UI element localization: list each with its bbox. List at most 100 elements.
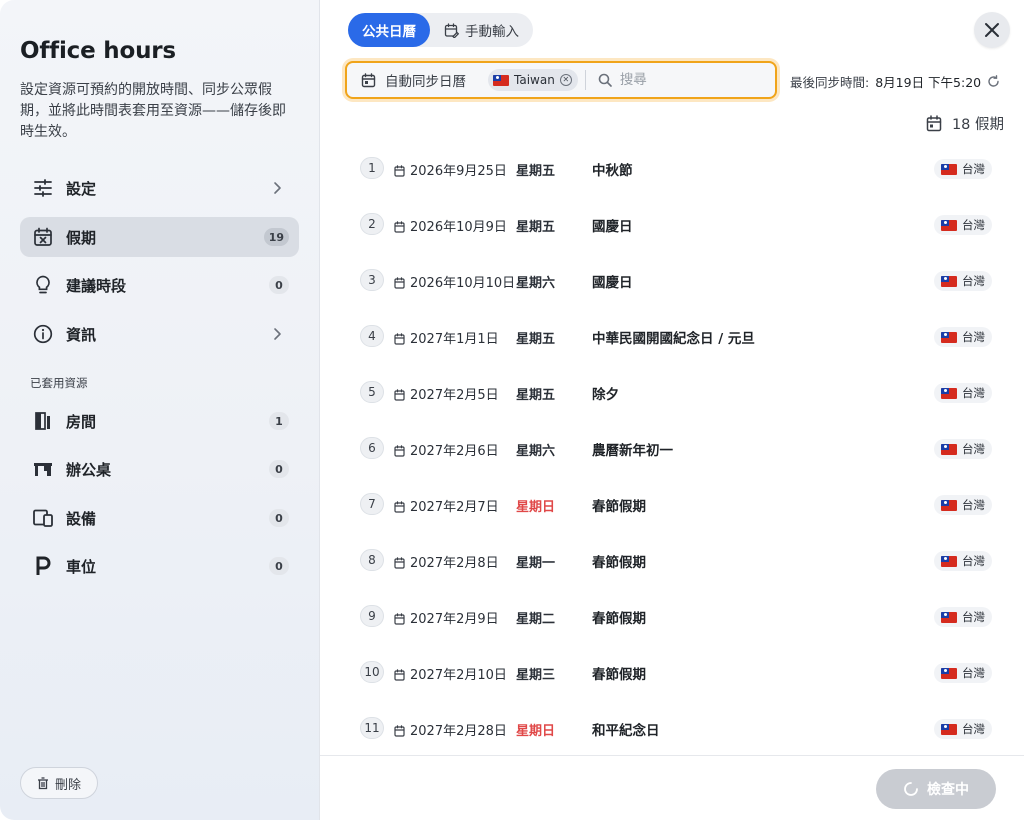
sidebar-item-parking[interactable]: 車位 0 — [20, 546, 299, 586]
holiday-date: 2027年2月28日 — [410, 724, 507, 739]
holiday-count-label: 18 假期 — [951, 117, 1004, 133]
table-row[interactable]: 6 2027年2月6日 星期六 農曆新年初一 台灣 — [360, 420, 994, 476]
sidebar-item-settings[interactable]: 設定 — [20, 168, 299, 208]
sidebar-item-equipment[interactable]: 設備 0 — [20, 498, 299, 538]
row-number: 5 — [360, 381, 384, 403]
sidebar-item-info[interactable]: 資訊 — [20, 314, 299, 354]
calendar-icon — [361, 72, 376, 87]
region-label: 台灣 — [962, 274, 985, 288]
parking-icon — [32, 555, 54, 577]
delete-label: 刪除 — [54, 777, 81, 793]
holiday-list: 1 2026年9月25日 星期五 中秋節 台灣 2 2026年10月9日 星期五 國慶日 台灣 3 2… — [360, 140, 994, 756]
region-badge: 台灣 — [934, 607, 992, 627]
region-badge: 台灣 — [934, 439, 992, 459]
taiwan-flag-icon — [941, 331, 957, 343]
sidebar-item-label: 建議時段 — [66, 277, 127, 295]
table-row[interactable]: 8 2027年2月8日 星期一 春節假期 台灣 — [360, 532, 994, 588]
holiday-name: 除夕 — [592, 387, 619, 403]
last-sync-label: 最後同步時間: — [790, 75, 870, 90]
delete-button[interactable]: 刪除 — [20, 767, 98, 799]
holiday-date: 2027年2月8日 — [410, 556, 499, 571]
region-badge: 台灣 — [934, 495, 992, 515]
checking-button[interactable]: 檢查中 — [876, 769, 996, 809]
table-row[interactable]: 11 2027年2月28日 星期日 和平紀念日 台灣 — [360, 700, 994, 756]
row-number: 4 — [360, 325, 384, 347]
calendar-icon — [394, 498, 405, 517]
country-chip-label: Taiwan — [514, 73, 555, 87]
holiday-name: 和平紀念日 — [592, 723, 660, 739]
holiday-weekday: 星期六 — [516, 444, 556, 459]
region-badge: 台灣 — [934, 327, 992, 347]
count-badge: 0 — [269, 460, 289, 478]
calendar-icon — [394, 162, 405, 181]
taiwan-flag-icon — [941, 555, 957, 567]
tab-public-calendar[interactable]: 公共日曆 — [348, 13, 430, 47]
auto-sync-toggle[interactable]: 自動同步日曆 — [347, 70, 466, 90]
sidebar-title: Office hours — [20, 38, 176, 64]
row-number: 1 — [360, 157, 384, 179]
calendar-icon — [394, 442, 405, 461]
sidebar-item-label: 設定 — [66, 180, 97, 198]
taiwan-flag-icon — [941, 611, 957, 623]
holiday-weekday: 星期五 — [516, 332, 556, 347]
holiday-date: 2026年9月25日 — [410, 164, 507, 179]
region-label: 台灣 — [962, 554, 985, 568]
calendar-icon — [926, 115, 942, 132]
table-row[interactable]: 10 2027年2月10日 星期三 春節假期 台灣 — [360, 644, 994, 700]
calendar-icon — [394, 666, 405, 685]
search-wrap — [598, 72, 760, 88]
sidebar-item-holidays[interactable]: 假期 19 — [20, 217, 299, 257]
region-label: 台灣 — [962, 610, 985, 624]
footer: 檢查中 — [320, 755, 1024, 820]
holiday-date: 2027年1月1日 — [410, 332, 499, 347]
region-label: 台灣 — [962, 330, 985, 344]
region-label: 台灣 — [962, 442, 985, 456]
row-number: 6 — [360, 437, 384, 459]
table-row[interactable]: 7 2027年2月7日 星期日 春節假期 台灣 — [360, 476, 994, 532]
region-badge: 台灣 — [934, 159, 992, 179]
source-tabs: 公共日曆 手動輸入 — [348, 13, 533, 47]
taiwan-flag-icon — [941, 219, 957, 231]
lightbulb-icon — [32, 274, 54, 296]
table-row[interactable]: 9 2027年2月9日 星期二 春節假期 台灣 — [360, 588, 994, 644]
tab-label: 公共日曆 — [362, 24, 416, 40]
tab-manual-input[interactable]: 手動輸入 — [430, 13, 533, 47]
count-badge: 1 — [269, 412, 289, 430]
holiday-date: 2027年2月9日 — [410, 612, 499, 627]
sidebar-item-rooms[interactable]: 房間 1 — [20, 401, 299, 441]
sidebar-item-label: 辦公桌 — [66, 461, 112, 479]
refresh-icon[interactable] — [987, 75, 1000, 88]
holiday-name: 春節假期 — [592, 667, 646, 683]
holiday-date: 2026年10月10日 — [410, 276, 516, 291]
region-badge: 台灣 — [934, 271, 992, 291]
region-badge: 台灣 — [934, 551, 992, 571]
taiwan-flag-icon — [941, 387, 957, 399]
sidebar-item-desks[interactable]: 辦公桌 0 — [20, 449, 299, 489]
table-row[interactable]: 4 2027年1月1日 星期五 中華民國開國紀念日 / 元旦 台灣 — [360, 308, 994, 364]
close-button[interactable] — [974, 12, 1010, 48]
row-number: 7 — [360, 493, 384, 515]
table-row[interactable]: 3 2026年10月10日 星期六 國慶日 台灣 — [360, 252, 994, 308]
remove-chip-icon[interactable]: ✕ — [559, 74, 572, 86]
count-badge: 19 — [263, 228, 289, 246]
table-row[interactable]: 2 2026年10月9日 星期五 國慶日 台灣 — [360, 196, 994, 252]
calendar-sync-bar: 自動同步日曆 Taiwan ✕ — [345, 61, 777, 99]
holiday-date: 2026年10月9日 — [410, 220, 507, 235]
region-label: 台灣 — [962, 386, 985, 400]
region-label: 台灣 — [962, 218, 985, 232]
country-chip: Taiwan ✕ — [488, 69, 578, 91]
search-input[interactable] — [619, 72, 760, 88]
sidebar-item-suggested-slots[interactable]: 建議時段 0 — [20, 265, 299, 305]
search-icon — [598, 73, 612, 87]
sidebar-description: 設定資源可預約的開放時間、同步公眾假期，並將此時間表套用至資源——儲存後即時生效… — [20, 82, 286, 140]
holiday-weekday: 星期日 — [516, 724, 556, 739]
table-row[interactable]: 1 2026年9月25日 星期五 中秋節 台灣 — [360, 140, 994, 196]
close-icon — [985, 23, 999, 37]
region-label: 台灣 — [962, 498, 985, 512]
taiwan-flag-icon — [493, 74, 509, 86]
holiday-weekday: 星期日 — [516, 500, 556, 515]
chevron-right-icon — [274, 328, 281, 340]
table-row[interactable]: 5 2027年2月5日 星期五 除夕 台灣 — [360, 364, 994, 420]
calendar-icon — [394, 610, 405, 629]
main-panel: 公共日曆 手動輸入 自動同步日曆 Taiwan ✕ 最後同步時間: 8月19日 … — [320, 0, 1024, 820]
